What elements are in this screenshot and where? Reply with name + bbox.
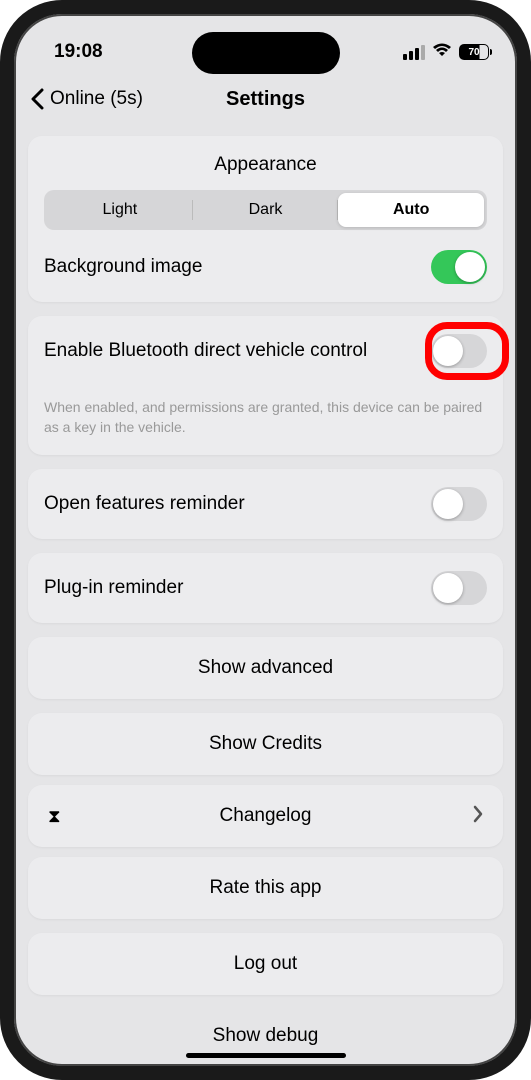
chevron-right-icon: [473, 803, 483, 829]
plugin-toggle[interactable]: [431, 571, 487, 605]
show-debug-button[interactable]: Show debug: [28, 1009, 503, 1047]
open-features-label: Open features reminder: [44, 493, 245, 515]
plugin-label: Plug-in reminder: [44, 577, 183, 599]
bluetooth-toggle[interactable]: [431, 334, 487, 368]
show-advanced-button[interactable]: Show advanced: [28, 637, 503, 699]
logout-button[interactable]: Log out: [28, 933, 503, 995]
bluetooth-card: Enable Bluetooth direct vehicle control …: [28, 316, 503, 455]
bluetooth-label: Enable Bluetooth direct vehicle control: [44, 340, 377, 362]
segment-dark[interactable]: Dark: [193, 193, 339, 227]
rate-app-button[interactable]: Rate this app: [28, 857, 503, 919]
nav-bar: Online (5s) Settings: [14, 74, 517, 124]
wifi-icon: [432, 42, 452, 63]
page-title: Settings: [226, 88, 305, 111]
back-button[interactable]: Online (5s): [30, 88, 143, 110]
hourglass-icon: ⧗: [48, 806, 61, 827]
home-indicator[interactable]: [186, 1053, 346, 1058]
theme-segmented-control[interactable]: Light Dark Auto: [44, 190, 487, 230]
appearance-title: Appearance: [44, 154, 487, 176]
plugin-card: Plug-in reminder: [28, 553, 503, 623]
back-label: Online (5s): [50, 88, 143, 110]
appearance-card: Appearance Light Dark Auto Background im…: [28, 136, 503, 302]
changelog-button[interactable]: ⧗ Changelog: [28, 785, 503, 847]
segment-light[interactable]: Light: [47, 193, 193, 227]
dynamic-island: [192, 32, 340, 74]
cellular-icon: [403, 45, 425, 60]
bg-image-label: Background image: [44, 256, 202, 278]
show-credits-button[interactable]: Show Credits: [28, 713, 503, 775]
status-time: 19:08: [54, 41, 103, 63]
battery-icon: 70: [459, 44, 489, 60]
open-features-card: Open features reminder: [28, 469, 503, 539]
open-features-toggle[interactable]: [431, 487, 487, 521]
bluetooth-help-text: When enabled, and permissions are grante…: [44, 398, 487, 437]
segment-auto[interactable]: Auto: [338, 193, 484, 227]
bg-image-toggle[interactable]: [431, 250, 487, 284]
